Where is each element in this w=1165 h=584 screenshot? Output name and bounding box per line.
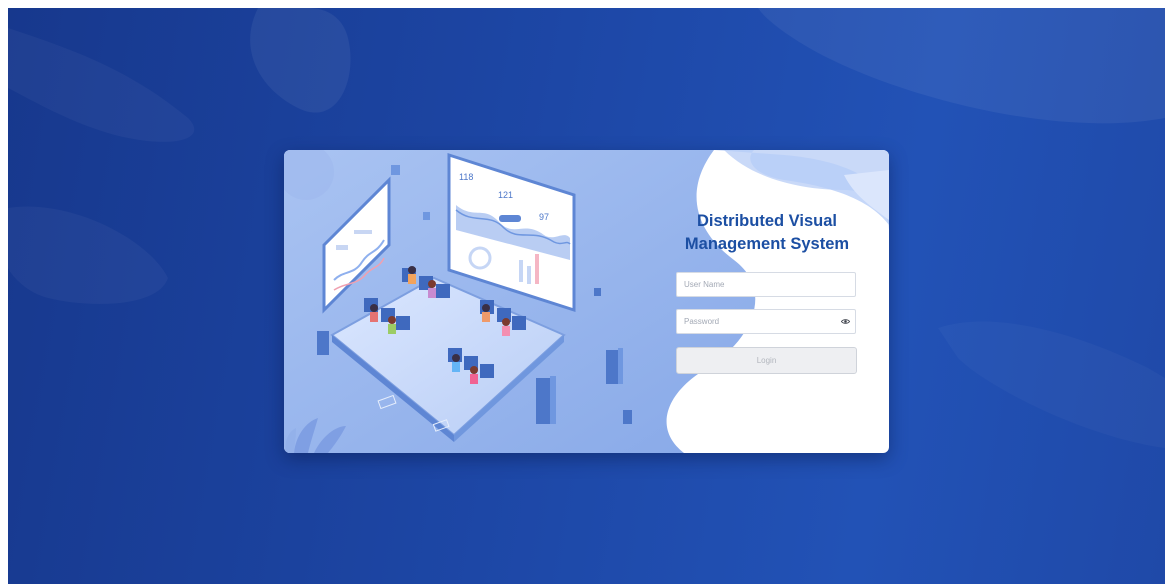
password-input[interactable] — [677, 310, 834, 333]
app-title-line-2: Management System — [684, 235, 850, 253]
app-title-line-1: Distributed Visual — [697, 212, 837, 230]
eye-icon[interactable] — [841, 318, 850, 325]
password-field[interactable] — [676, 309, 856, 334]
stat-3-label: 97 — [539, 212, 549, 222]
login-card: 118 121 97 Distributed Visual Management… — [284, 150, 889, 453]
stat-2-label: 121 — [498, 190, 513, 200]
username-field[interactable] — [676, 272, 856, 297]
app-title: Distributed Visual Management System — [676, 210, 858, 256]
frame-top — [0, 0, 1165, 8]
frame-left — [0, 0, 8, 584]
login-button[interactable]: Login — [676, 347, 857, 374]
login-form: Distributed Visual Management System Log… — [676, 210, 858, 374]
username-input[interactable] — [677, 273, 834, 296]
stat-1-label: 118 — [459, 172, 473, 182]
